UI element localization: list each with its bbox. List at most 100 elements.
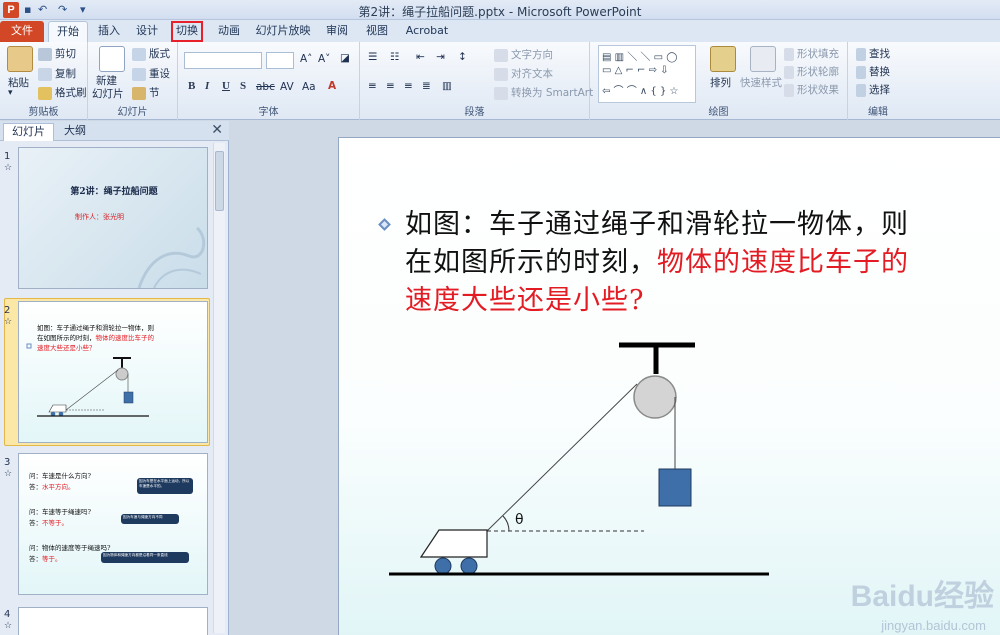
current-slide[interactable]: 如图：车子通过绳子和滑轮拉一物体，则 在如图所示的时刻，物体的速度比车子的 速度… (338, 137, 1000, 635)
thumb3-q3: 问：物体的速度等于绳速吗? (29, 544, 111, 552)
slide-thumbnail-4[interactable] (18, 607, 208, 635)
tab-outline-pane[interactable]: 大纲 (56, 123, 94, 141)
italic-button[interactable]: I (205, 80, 209, 92)
tab-acrobat[interactable]: Acrobat (402, 21, 452, 42)
paragraph-group: ☰ ☷ ⇤ ⇥ ↕ 文字方向 对齐文本 转换为 SmartArt ≡ ≡ ≡ ≣… (360, 42, 593, 120)
decrease-indent-icon[interactable]: ⇤ (416, 51, 425, 63)
thumb3-a1-prefix: 答： (29, 483, 42, 491)
tab-slideshow[interactable]: 幻灯片放映 (254, 21, 312, 42)
new-slide-icon[interactable] (99, 46, 125, 72)
thumb3-a3-prefix: 答： (29, 555, 42, 563)
slide-note-icon: ☆ (4, 317, 13, 327)
arrange-button[interactable]: 排列 (710, 75, 731, 90)
section-button[interactable]: 节 (132, 85, 160, 100)
tab-insert[interactable]: 插入 (92, 21, 126, 42)
align-right-icon[interactable]: ≡ (404, 80, 413, 92)
editing-group: 查找 替换 选择 编辑 (848, 42, 908, 120)
layout-button[interactable]: 版式 (132, 46, 170, 61)
bold-button[interactable]: B (188, 80, 195, 92)
slide-thumbnail-1[interactable]: 第2讲：绳子拉船问题 制作人：张光明 (18, 147, 208, 289)
align-text-label: 对齐文本 (511, 68, 553, 80)
justify-icon[interactable]: ≣ (422, 80, 431, 92)
text-direction-button[interactable]: 文字方向 (494, 47, 553, 62)
thumb3-a1-answer: 水平方向。 (42, 483, 75, 491)
bullets-icon[interactable]: ☰ (368, 51, 377, 63)
font-color-icon[interactable]: A (328, 80, 336, 92)
shape-outline-button[interactable]: 形状轮廓 (784, 64, 839, 79)
select-button[interactable]: 选择 (856, 82, 890, 97)
tab-view[interactable]: 视图 (362, 21, 392, 42)
tab-home[interactable]: 开始 (48, 21, 88, 42)
strikethrough-button[interactable]: abc (256, 81, 275, 93)
shrink-font-icon[interactable]: A˅ (318, 53, 330, 65)
cart-body[interactable] (419, 529, 488, 558)
format-painter-button[interactable]: 格式刷 (38, 85, 87, 100)
cut-button[interactable]: 剪切 (38, 46, 76, 61)
align-left-icon[interactable]: ≡ (368, 80, 377, 92)
increase-indent-icon[interactable]: ⇥ (436, 51, 445, 63)
align-text-button[interactable]: 对齐文本 (494, 66, 553, 81)
font-name-combo[interactable] (184, 52, 262, 69)
tab-slides-pane[interactable]: 幻灯片 (3, 123, 54, 141)
slides-pane: 幻灯片 大纲 ✕ 1 ☆ 第2讲：绳子拉船问题 制作人：张光明 2 ☆ 如图：车… (0, 121, 229, 635)
slide-number: 3 (4, 457, 11, 468)
hanging-block[interactable] (658, 468, 692, 507)
replace-label: 替换 (869, 66, 890, 78)
shapes-gallery[interactable]: ▤ ▥ ＼ ＼ ▭ ◯ ▭ △ ⌐ ⌐ ⇨ ⇩ ⇦ ⌒ ⌒ ∧ { } ☆ (598, 45, 696, 103)
slide-thumbnail-3[interactable]: 问：车速是什么方向? 答：水平方向。 因为车是在水平面上运动，所以车速是水平的。… (18, 453, 208, 595)
ribbon-tabs: 文件 开始 插入 设计 切换 动画 幻灯片放映 审阅 视图 Acrobat (0, 20, 1000, 76)
format-painter-label: 格式刷 (55, 87, 87, 99)
pulley-diagram: θ (389, 342, 769, 576)
tab-file[interactable]: 文件 (0, 21, 44, 42)
theta-label: θ (515, 512, 524, 528)
pane-scrollbar[interactable] (213, 143, 225, 633)
scrollbar-thumb[interactable] (215, 151, 224, 211)
clear-format-icon[interactable]: ◪ (340, 52, 350, 64)
slides-group-label: 幻灯片 (117, 107, 148, 118)
find-label: 查找 (869, 48, 890, 60)
close-pane-icon[interactable]: ✕ (211, 122, 223, 138)
numbering-icon[interactable]: ☷ (390, 51, 399, 63)
quick-styles-button[interactable]: 快速样式 (740, 75, 782, 90)
paste-icon[interactable] (7, 46, 33, 72)
font-size-combo[interactable] (266, 52, 294, 69)
shape-fill-label: 形状填充 (797, 48, 839, 60)
columns-icon[interactable]: ▥ (442, 80, 452, 92)
char-spacing-button[interactable]: AV (280, 81, 294, 93)
find-button[interactable]: 查找 (856, 46, 890, 61)
underline-button[interactable]: U (222, 80, 230, 92)
arrow-shape-icon[interactable]: ⇦ ⌒ ⌒ ∧ { } ☆ (602, 82, 678, 97)
copy-button[interactable]: 复制 (38, 66, 76, 81)
paragraph-group-label: 段落 (464, 107, 485, 118)
shadow-button[interactable]: S (240, 80, 246, 92)
shape-fill-button[interactable]: 形状填充 (784, 46, 839, 61)
align-center-icon[interactable]: ≡ (386, 80, 395, 92)
thumb3-a3: 答：等于。 (29, 553, 62, 563)
shape-outline-label: 形状轮廓 (797, 66, 839, 78)
rect-shape-icon[interactable]: ▭ △ ⌐ ⌐ ⇨ ⇩ (602, 65, 669, 76)
slide-note-icon: ☆ (4, 621, 13, 631)
replace-button[interactable]: 替换 (856, 64, 890, 79)
textbox-shape-icon[interactable]: ▤ ▥ ＼ ＼ ▭ ◯ (602, 48, 677, 63)
shape-effects-button[interactable]: 形状效果 (784, 82, 839, 97)
grow-font-icon[interactable]: A˄ (300, 53, 312, 65)
smartart-button[interactable]: 转换为 SmartArt (494, 85, 593, 100)
layout-label: 版式 (149, 48, 170, 60)
cut-label: 剪切 (55, 48, 76, 60)
tab-animations[interactable]: 动画 (212, 21, 246, 42)
line-spacing-icon[interactable]: ↕ (458, 51, 467, 63)
thumb3-callout-3: 因为物体和绳速方向都是沿着同一条直线 (101, 552, 189, 563)
change-case-button[interactable]: Aa (302, 81, 316, 93)
clipboard-group-label: 剪贴板 (28, 107, 59, 118)
slide-thumbnail-2[interactable]: 如图：车子通过绳子和滑轮拉一物体，则 在如图所示的时刻，物体的速度比车子的 速度… (18, 301, 208, 443)
quick-styles-icon[interactable] (750, 46, 776, 72)
new-slide-label-2[interactable]: 幻灯片 (92, 86, 124, 101)
thumb3-a2-answer: 不等于。 (42, 519, 68, 527)
paste-dropdown-icon[interactable]: ▾ (8, 88, 13, 98)
reset-button[interactable]: 重设 (132, 66, 170, 81)
tab-review[interactable]: 审阅 (320, 21, 354, 42)
text-direction-label: 文字方向 (511, 49, 553, 61)
cursor-icon (856, 83, 866, 97)
arrange-icon[interactable] (710, 46, 736, 72)
pulley-wheel[interactable] (633, 375, 677, 419)
